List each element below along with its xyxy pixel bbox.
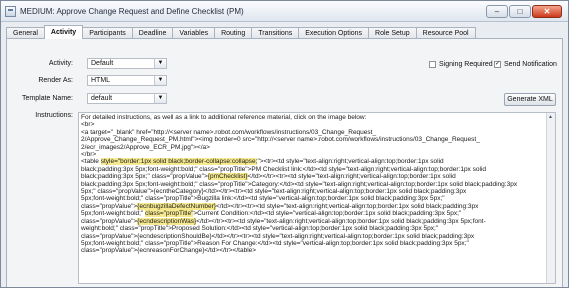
instructions-textarea[interactable]: For detailed instructions, as well as a … (78, 112, 556, 284)
checkbox-icon (429, 61, 436, 68)
instructions-label: Instructions: (35, 112, 73, 119)
code-text: "><tr><td style="text-align:right;vertic… (257, 158, 444, 166)
code-text: </td></tr><tr><td style="text-align:righ… (196, 217, 486, 225)
send-notification-checkbox[interactable]: ✓ Send Notification (494, 61, 557, 68)
instructions-line: For detailed instructions, as well as a … (81, 114, 367, 121)
code-text: class="propValue"> (81, 202, 138, 210)
chevron-down-icon[interactable]: ▼ (154, 94, 166, 103)
highlighted-text: {ecnbugzillaDefectNumber} (137, 202, 216, 210)
window-controls: – □ ✕ (486, 4, 568, 18)
render-as-value: HTML (91, 77, 111, 84)
template-name-value: default (91, 95, 113, 102)
instructions-line: black;padding:3px 5px;font-weight:bold;"… (81, 180, 518, 188)
instructions-line: 5px;" class="propValue">{ecntheCategory}… (81, 188, 467, 196)
instructions-line: black;padding:3px 5px;font-weight:bold;"… (81, 165, 486, 173)
vertical-scrollbar[interactable]: ▲ (546, 113, 555, 283)
highlighted-text: style="border:1px solid black;border-col… (100, 158, 258, 166)
generate-xml-button[interactable]: Generate XML (504, 93, 556, 106)
render-as-label: Render As: (38, 77, 73, 84)
maximize-icon: □ (517, 6, 523, 16)
code-text: black;padding:3px 5px;" class="propValue… (81, 173, 208, 181)
tab-activity[interactable]: Activity (43, 25, 84, 39)
app-icon (5, 5, 16, 17)
instructions-line: 5px;font-weight:bold;" class="propTitle"… (81, 210, 545, 218)
highlighted-text: {pmChecklist} (207, 173, 248, 181)
checkmark-icon: ✓ (494, 61, 501, 68)
code-text: <table (81, 158, 101, 166)
chevron-down-icon[interactable]: ▼ (154, 59, 166, 68)
render-as-select[interactable]: HTML ▼ (87, 75, 167, 86)
maximize-button[interactable]: □ (509, 4, 531, 18)
instructions-line: 2/Approve_Change_Request_PM.html"><img b… (81, 136, 480, 144)
instructions-line: <a target="_blank" href="http://<server … (81, 128, 377, 136)
instructions-line: class="propValue">{ecndescriptionShouldB… (81, 232, 475, 240)
chevron-down-icon[interactable]: ▼ (154, 76, 166, 85)
signing-required-checkbox[interactable]: Signing Required (429, 61, 493, 68)
activity-value: Default (91, 60, 114, 67)
dialog-window: MEDIUM: Approve Change Request and Defin… (0, 0, 569, 288)
code-text: class="propValue"> (81, 217, 138, 225)
code-text: >Current Condition:</td><td style="verti… (193, 210, 462, 218)
close-icon: ✕ (543, 6, 551, 16)
instructions-line: 2/ecr_images2/Approve_ECR_PM.jpg"></a> (81, 143, 210, 151)
window-title: MEDIUM: Approve Change Request and Defin… (20, 6, 244, 16)
code-text: </td></tr><tr><td style="text-align:righ… (247, 173, 456, 181)
scroll-up-icon[interactable]: ▲ (548, 114, 553, 121)
close-button[interactable]: ✕ (532, 4, 562, 18)
tab-bar: General Activity Participants Deadline V… (6, 25, 476, 39)
minimize-button[interactable]: – (486, 4, 508, 18)
instructions-line: weight:bold;" class="propTitle">Proposed… (81, 225, 439, 233)
instructions-line: class="propValue">{ecndescriptionWas}</t… (81, 217, 545, 225)
code-text: </td></tr><tr><td style="text-align:righ… (215, 202, 479, 210)
highlighted-text: {ecndescriptionWas} (137, 217, 197, 225)
highlighted-text: class="propTitle" (145, 210, 194, 218)
instructions-line: class="propValue">{ecnbugzillaDefectNumb… (81, 202, 545, 210)
instructions-line: class="propValue">{ecnreasonForChange}</… (81, 247, 257, 255)
instructions-line: black;padding:3px 5px;" class="propValue… (81, 173, 545, 181)
instructions-line: </br> (81, 151, 97, 159)
code-text: 5px;font-weight:bold;" (81, 210, 146, 218)
instructions-line: <table style="border:1px solid black;bor… (81, 158, 545, 166)
template-name-label: Template Name: (22, 95, 73, 102)
instructions-line: 5px;font-weight:bold;" class="propTitle"… (81, 195, 445, 203)
send-notification-label: Send Notification (504, 61, 557, 68)
activity-panel: Activity: Default ▼ Render As: HTML ▼ Te… (6, 38, 563, 287)
activity-label: Activity: (48, 60, 73, 67)
instructions-line: <br> (81, 121, 95, 129)
signing-required-label: Signing Required (439, 61, 493, 68)
activity-select[interactable]: Default ▼ (87, 58, 167, 69)
instructions-line: 5px;font-weight:bold;" class="propTitle"… (81, 239, 469, 247)
template-name-select[interactable]: default ▼ (87, 93, 167, 104)
title-bar[interactable]: MEDIUM: Approve Change Request and Defin… (1, 1, 568, 22)
minimize-icon: – (494, 6, 500, 16)
